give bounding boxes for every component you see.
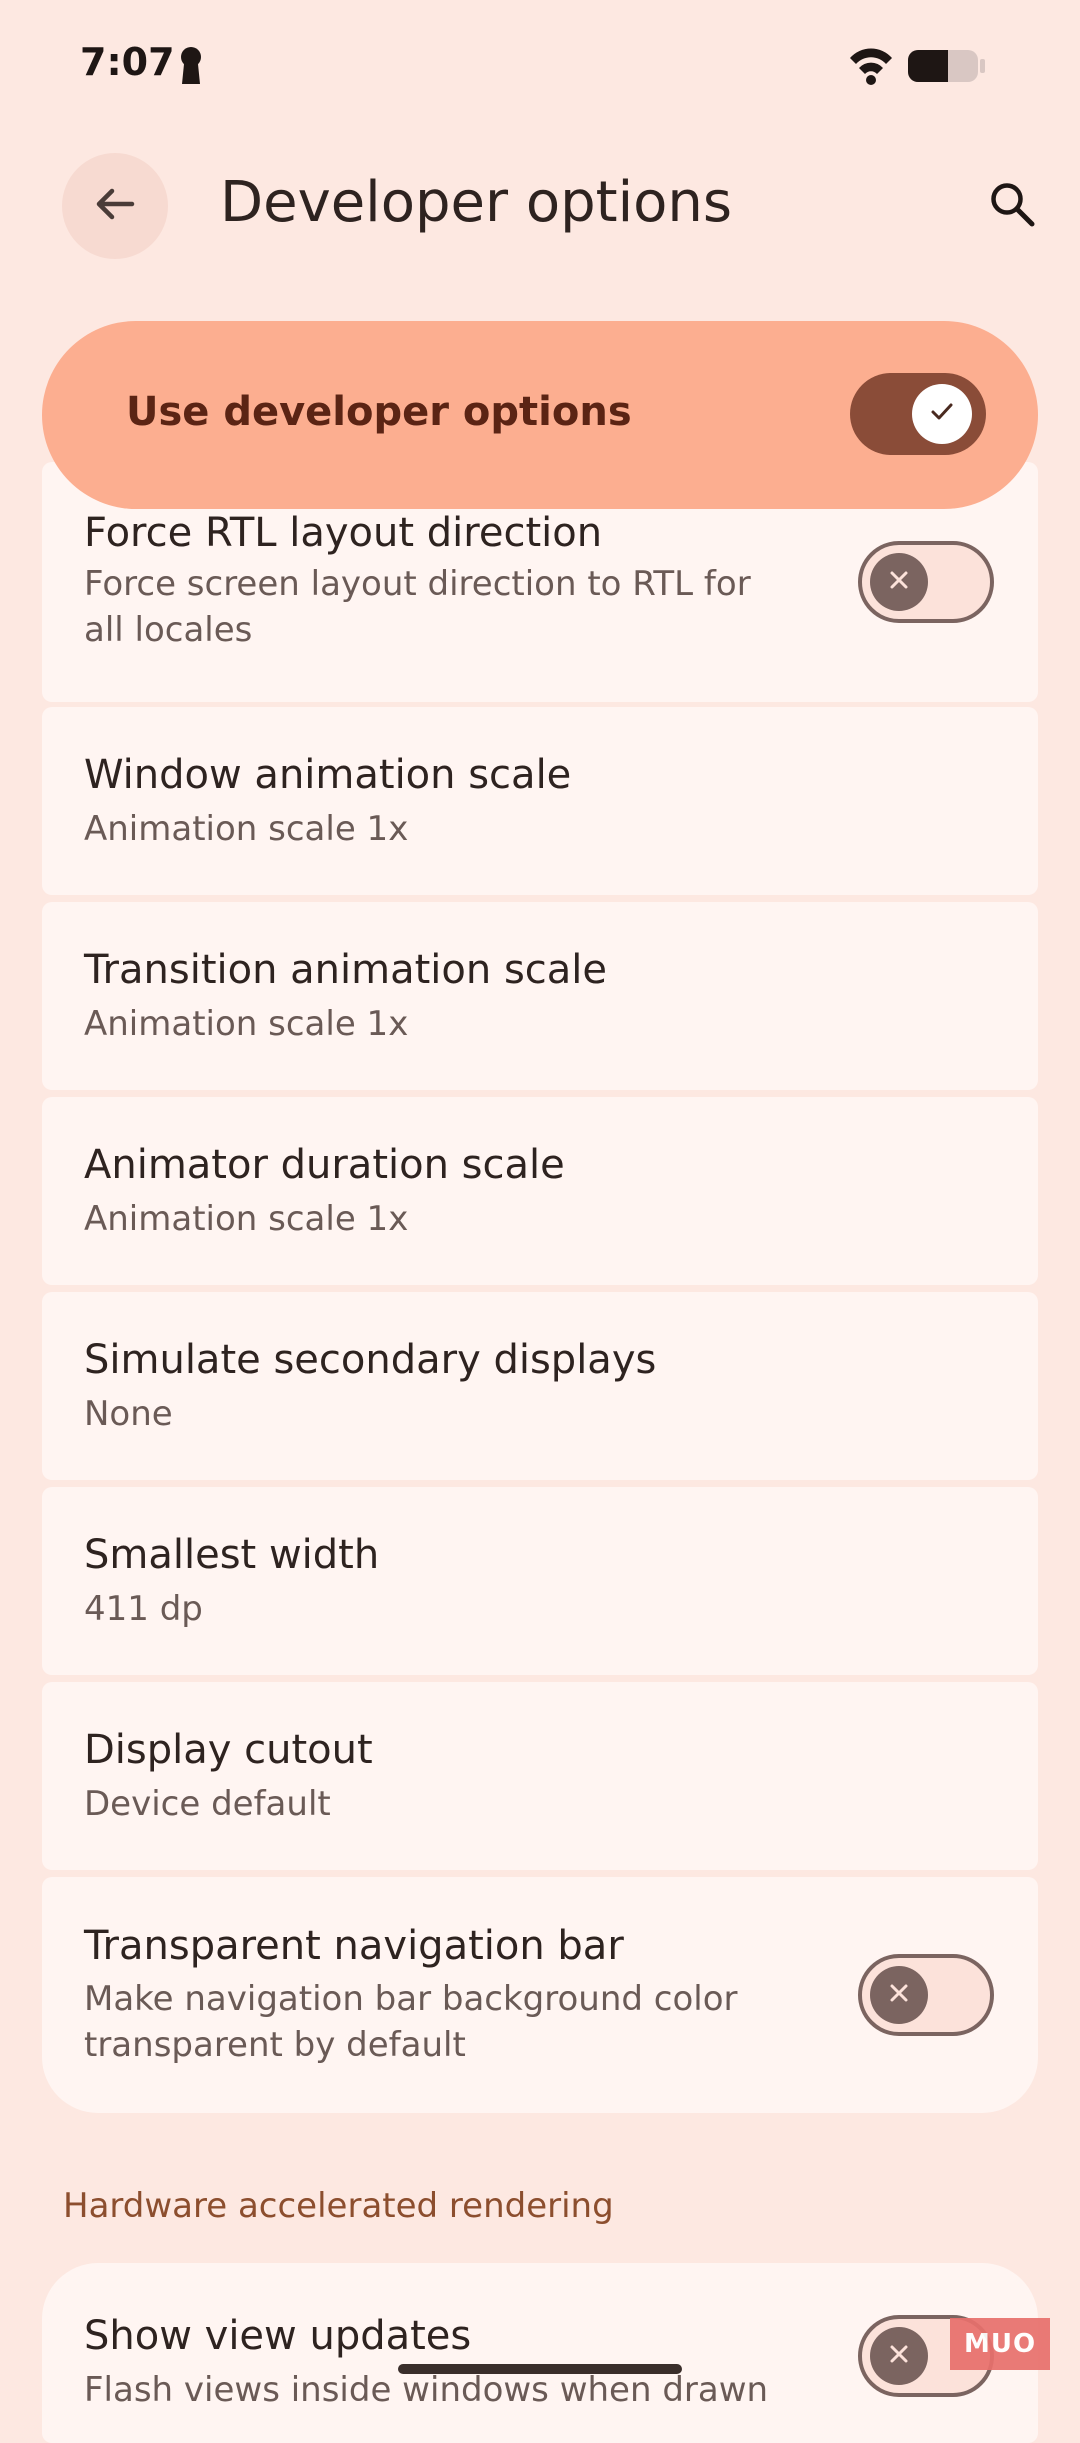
list-item-subtitle: Animation scale 1x <box>84 809 409 849</box>
list-item-subtitle: Force screen layout direction to RTL for <box>84 564 751 604</box>
list-item-title: Simulate secondary displays <box>84 1337 657 1383</box>
section-header: Hardware accelerated rendering <box>63 2186 614 2226</box>
search-icon <box>987 179 1037 233</box>
home-indicator[interactable] <box>398 2364 682 2374</box>
list-item-show-view-updates[interactable]: Show view updates Flash views inside win… <box>42 2263 1038 2443</box>
list-item-subtitle: Animation scale 1x <box>84 1004 409 1044</box>
list-item-subtitle: Animation scale 1x <box>84 1199 409 1239</box>
list-item-transition-animation-scale[interactable]: Transition animation scale Animation sca… <box>42 902 1038 1090</box>
status-time: 7:07 <box>80 40 175 84</box>
list-item-subtitle: Make navigation bar background color <box>84 1979 738 2019</box>
use-developer-options-label: Use developer options <box>126 389 632 435</box>
list-item-animator-duration-scale[interactable]: Animator duration scale Animation scale … <box>42 1097 1038 1285</box>
status-icons <box>848 44 988 88</box>
list-item-subtitle: Device default <box>84 1784 331 1824</box>
arrow-back-icon <box>92 181 138 231</box>
wifi-icon <box>850 48 892 85</box>
list-item-subtitle: None <box>84 1394 173 1434</box>
list-item-subtitle: 411 dp <box>84 1589 203 1629</box>
switch-knob <box>870 2327 928 2385</box>
list-item-title: Show view updates <box>84 2313 472 2359</box>
close-icon <box>886 1980 912 2010</box>
watermark-logo: MUO <box>950 2318 1050 2370</box>
switch-knob <box>912 384 972 444</box>
back-button[interactable] <box>62 153 168 259</box>
list-item-transparent-navigation-bar[interactable]: Transparent navigation bar Make navigati… <box>42 1877 1038 2113</box>
list-item-title: Display cutout <box>84 1727 373 1773</box>
close-icon <box>886 567 912 597</box>
list-item-title: Smallest width <box>84 1532 380 1578</box>
use-developer-options-toggle-row[interactable]: Use developer options <box>42 321 1038 509</box>
list-item-title: Force RTL layout direction <box>84 510 603 556</box>
check-icon <box>927 397 957 431</box>
list-item-smallest-width[interactable]: Smallest width 411 dp <box>42 1487 1038 1675</box>
use-developer-options-switch[interactable] <box>850 373 986 455</box>
list-item-subtitle: all locales <box>84 610 253 650</box>
switch-knob <box>870 553 928 611</box>
list-item-display-cutout[interactable]: Display cutout Device default <box>42 1682 1038 1870</box>
list-item-title: Window animation scale <box>84 752 572 798</box>
list-item-subtitle: transparent by default <box>84 2025 466 2065</box>
close-icon <box>886 2341 912 2371</box>
list-item-simulate-secondary-displays[interactable]: Simulate secondary displays None <box>42 1292 1038 1480</box>
list-item-title: Animator duration scale <box>84 1142 565 1188</box>
search-button[interactable] <box>972 166 1052 246</box>
transparent-navigation-bar-switch[interactable] <box>858 1954 994 2036</box>
force-rtl-switch[interactable] <box>858 541 994 623</box>
battery-icon <box>908 50 985 82</box>
list-item-title: Transition animation scale <box>84 947 608 993</box>
switch-knob <box>870 1966 928 2024</box>
list-item-title: Transparent navigation bar <box>84 1923 624 1969</box>
page-title: Developer options <box>220 170 733 235</box>
list-item-window-animation-scale[interactable]: Window animation scale Animation scale 1… <box>42 707 1038 895</box>
keyhole-icon <box>178 46 204 86</box>
